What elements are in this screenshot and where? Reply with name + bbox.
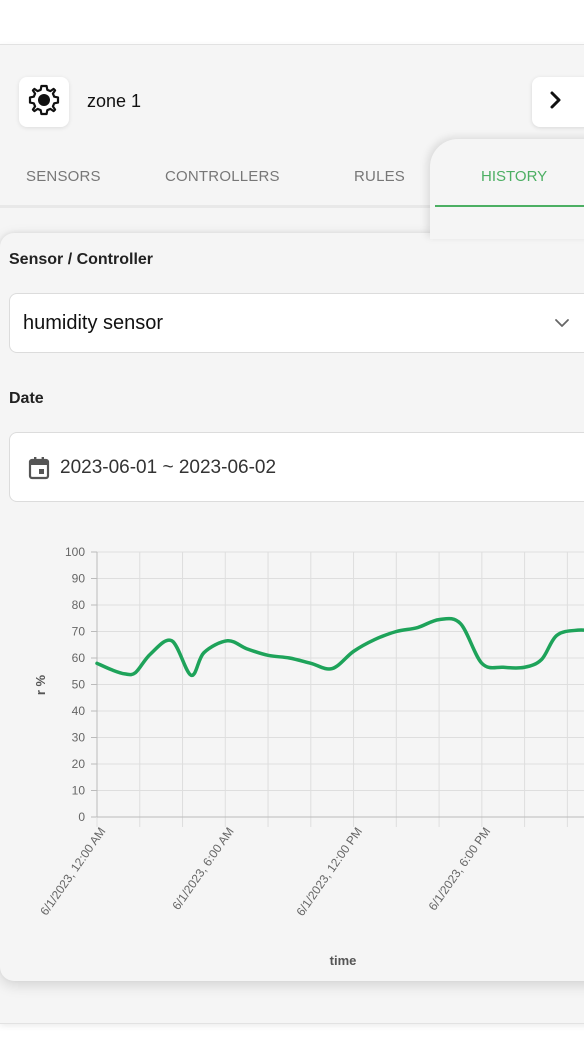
- sensor-controller-label: Sensor / Controller: [9, 251, 154, 268]
- date-range-picker[interactable]: 2023-06-01 ~ 2023-06-02: [9, 432, 584, 502]
- tab-controllers[interactable]: CONTROLLERS: [165, 168, 280, 185]
- y-tick-label: 10: [72, 784, 86, 798]
- x-tick-label: 6/1/2023, 12:00 PM: [293, 825, 365, 919]
- humidity-history-chart: 0 10 20 30 40 50 60 70 80 90 100 6/1/2023, 12:00 AM…: [33, 545, 584, 968]
- y-tick-label: 40: [72, 704, 86, 718]
- y-tick-label: 0: [78, 810, 85, 824]
- settings-button[interactable]: [19, 77, 69, 127]
- calendar-icon: [27, 455, 51, 486]
- gear-icon: [27, 83, 61, 122]
- sensor-select[interactable]: humidity sensor: [9, 293, 584, 353]
- y-tick-label: 80: [72, 598, 86, 612]
- y-tick-label: 30: [72, 731, 86, 745]
- date-range-value: 2023-06-01 ~ 2023-06-02: [60, 457, 277, 478]
- humidity-series-line: [95, 616, 584, 677]
- x-axis-title: time: [330, 953, 357, 968]
- y-axis-title: r %: [33, 674, 48, 695]
- sensor-select-value: humidity sensor: [23, 312, 164, 334]
- tab-history[interactable]: [430, 139, 584, 239]
- y-tick-label: 20: [72, 757, 86, 771]
- active-tab-indicator: [435, 205, 584, 207]
- chevron-down-icon: [554, 316, 570, 335]
- x-tick-label: 6/1/2023, 12:00 AM: [37, 825, 108, 918]
- tab-sensors[interactable]: SENSORS: [26, 168, 101, 185]
- next-zone-button[interactable]: [532, 77, 584, 127]
- y-tick-label: 70: [72, 625, 86, 639]
- y-tick-label: 100: [65, 545, 85, 559]
- x-tick-label: 6/1/2023, 6:00 PM: [426, 825, 494, 913]
- tab-rules[interactable]: RULES: [354, 168, 405, 185]
- chevron-right-icon: [548, 90, 564, 115]
- x-tick-label: 6/1/2023, 6:00 AM: [169, 825, 236, 913]
- zone-title: zone 1: [87, 91, 142, 111]
- tab-bar-divider: [0, 205, 430, 208]
- y-tick-label: 60: [72, 651, 86, 665]
- y-tick-label: 50: [72, 678, 86, 692]
- date-label: Date: [9, 390, 44, 407]
- tab-history-label[interactable]: HISTORY: [481, 168, 547, 185]
- y-tick-label: 90: [72, 572, 86, 586]
